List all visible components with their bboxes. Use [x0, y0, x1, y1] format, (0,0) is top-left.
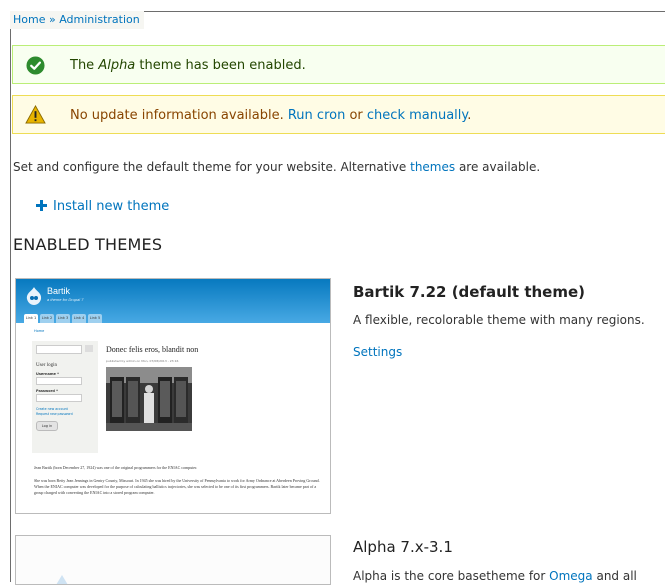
- warning-prefix: No update information available.: [70, 108, 288, 123]
- intro-suffix: are available.: [455, 160, 541, 174]
- bartik-home-crumb: Home: [34, 329, 45, 333]
- themes-link[interactable]: themes: [410, 160, 455, 174]
- drupal-logo-icon: [26, 287, 42, 305]
- bartik-article-meta: published by admin on Mon, 07/08/2013 - …: [106, 359, 179, 363]
- bartik-sidebar: Search User login Username * Password * …: [32, 341, 98, 453]
- bartik-tab: Link 1: [24, 314, 38, 323]
- breadcrumb-administration-link[interactable]: Administration: [59, 13, 140, 26]
- eniac-photo: [106, 367, 192, 431]
- install-new-theme-link[interactable]: Install new theme: [36, 199, 169, 214]
- bartik-tab: Link 3: [56, 314, 70, 323]
- bartik-request-password-link: Request new password: [36, 412, 73, 416]
- status-message-text: The Alpha theme has been enabled.: [70, 46, 306, 85]
- bartik-search-box: [36, 345, 82, 354]
- bartik-login-title: User login: [36, 363, 57, 368]
- run-cron-link[interactable]: Run cron: [288, 108, 345, 123]
- bartik-tab: Link 5: [88, 314, 102, 323]
- bartik-username-label: Username *: [36, 372, 59, 376]
- bartik-site-name: Bartik: [47, 286, 71, 296]
- alpha-theme-name: Alpha 7.x-3.1: [353, 538, 453, 556]
- bartik-screenshot: Bartik a theme for Drupal 7 Link 1 Link …: [15, 278, 331, 514]
- install-new-theme-label: Install new theme: [53, 199, 170, 214]
- warning-suffix: .: [467, 108, 472, 123]
- bartik-search-button: [85, 345, 93, 352]
- alpha-screenshot: [15, 535, 331, 585]
- warning-message-text: No update information available. Run cro…: [70, 96, 471, 135]
- plus-icon: [36, 199, 48, 214]
- status-prefix: The: [70, 58, 99, 73]
- bartik-tabs: Link 1 Link 2 Link 3 Link 4 Link 5: [24, 314, 102, 323]
- bartik-slogan: a theme for Drupal 7: [47, 297, 84, 302]
- bartik-tab: Link 4: [72, 314, 86, 323]
- breadcrumb-separator: »: [45, 13, 60, 26]
- status-theme-name: Alpha: [98, 58, 136, 73]
- bartik-password-field: [36, 394, 82, 402]
- bartik-login-button: Log in: [36, 421, 58, 431]
- check-manually-link[interactable]: check manually: [367, 108, 467, 123]
- top-bar: [0, 0, 665, 11]
- bartik-tab: Link 2: [40, 314, 54, 323]
- intro-text: Set and configure the default theme for …: [13, 160, 540, 174]
- bartik-username-field: [36, 377, 82, 385]
- intro-prefix: Set and configure the default theme for …: [13, 160, 411, 174]
- bartik-password-label: Password *: [36, 389, 58, 393]
- warning-triangle-icon: [25, 105, 46, 124]
- bartik-paragraph-1: Jean Bartik (born December 27, 1924) was…: [34, 465, 198, 470]
- warning-middle: or: [345, 108, 367, 123]
- bartik-paragraph-2: She was born Betty Jean Jennings in Gent…: [34, 478, 320, 495]
- alpha-placeholder-icon: [56, 575, 68, 584]
- warning-message: No update information available. Run cro…: [12, 95, 665, 134]
- bartik-settings-link[interactable]: Settings: [353, 345, 402, 359]
- breadcrumb: Home » Administration: [10, 11, 144, 29]
- enabled-themes-heading: ENABLED THEMES: [13, 235, 163, 254]
- bartik-theme-name: Bartik 7.22 (default theme): [353, 283, 586, 301]
- status-suffix: theme has been enabled.: [135, 58, 306, 73]
- bartik-theme-description: A flexible, recolorable theme with many …: [353, 313, 645, 327]
- bartik-article-title: Donec felis eros, blandit non: [106, 345, 199, 354]
- check-circle-icon: [26, 56, 45, 75]
- status-message: The Alpha theme has been enabled.: [12, 45, 665, 84]
- bartik-create-account-link: Create new account: [36, 407, 68, 411]
- breadcrumb-home-link[interactable]: Home: [13, 13, 45, 26]
